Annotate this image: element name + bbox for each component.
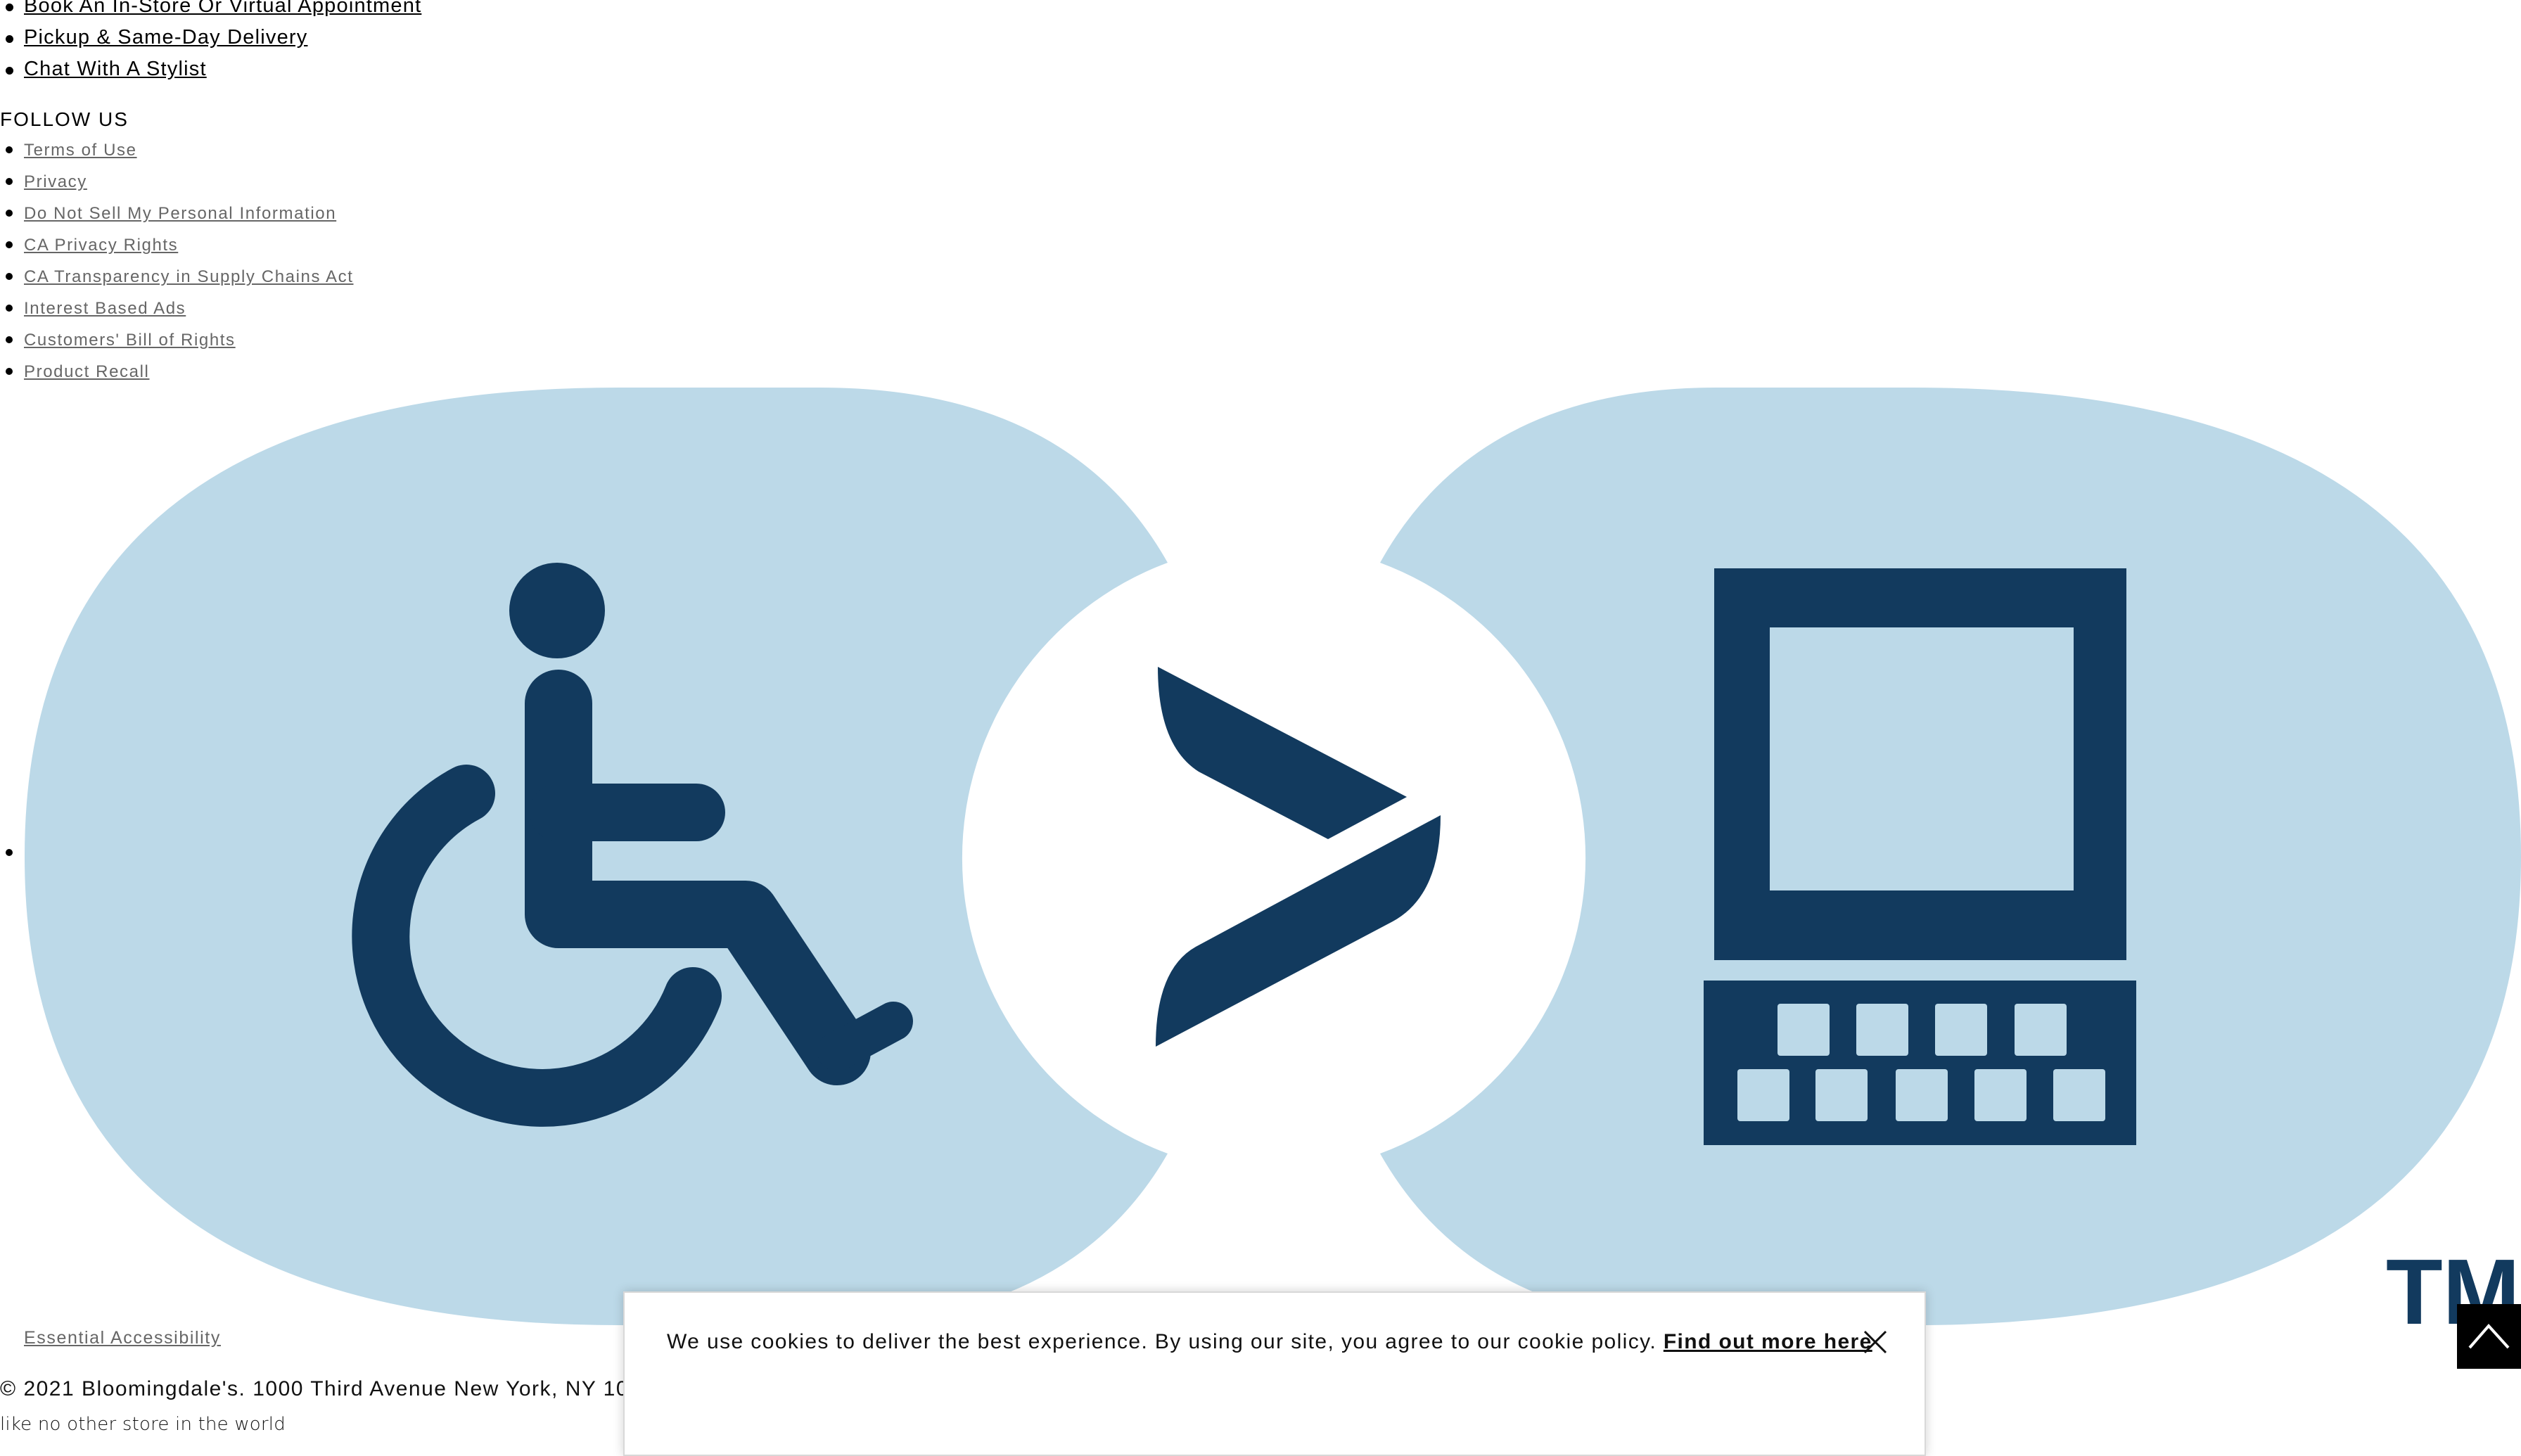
chat-stylist-link[interactable]: Chat With A Stylist	[24, 53, 207, 85]
tagline-text: like no other store in the world	[0, 1414, 286, 1435]
bullet	[6, 146, 13, 153]
arrow-icon	[1156, 667, 1441, 1047]
follow-us-heading: FOLLOW US	[0, 108, 129, 130]
bullet	[6, 210, 13, 217]
bullet	[6, 368, 13, 375]
cookie-policy-link[interactable]: Find out more here	[1664, 1330, 1872, 1353]
cookie-banner: We use cookies to deliver the best exper…	[623, 1291, 1926, 1456]
privacy-link[interactable]: Privacy	[24, 168, 87, 196]
cookie-message-text: We use cookies to deliver the best exper…	[667, 1330, 1657, 1353]
interest-based-ads-link[interactable]: Interest Based Ads	[24, 295, 186, 323]
essential-accessibility-link[interactable]: Essential Accessibility	[24, 1328, 221, 1348]
book-appointment-link[interactable]: Book An In-Store Or Virtual Appointment	[24, 0, 421, 22]
bullet	[6, 305, 13, 312]
bullet	[6, 336, 13, 343]
accessibility-badge-graphic: TM	[25, 388, 2521, 1343]
close-icon[interactable]	[1863, 1329, 1888, 1355]
close-icon-glyph	[1863, 1330, 1887, 1354]
wheelchair-icon	[352, 563, 913, 1127]
product-recall-link[interactable]: Product Recall	[24, 358, 149, 386]
chevron-up-icon	[2468, 1323, 2510, 1349]
ca-transparency-link[interactable]: CA Transparency in Supply Chains Act	[24, 263, 353, 291]
badge-background-left	[25, 388, 1168, 1325]
do-not-sell-link[interactable]: Do Not Sell My Personal Information	[24, 200, 336, 228]
bullet	[6, 241, 13, 248]
bullet	[6, 849, 13, 856]
bullet	[6, 178, 13, 185]
bullet	[6, 35, 13, 43]
pickup-delivery-link[interactable]: Pickup & Same-Day Delivery	[24, 22, 308, 53]
bullet	[6, 4, 13, 11]
computer-icon	[1704, 568, 2136, 1145]
terms-of-use-link[interactable]: Terms of Use	[24, 136, 137, 165]
bullet	[6, 67, 13, 75]
scroll-to-top-button[interactable]	[2457, 1304, 2521, 1369]
cookie-message: We use cookies to deliver the best exper…	[667, 1328, 1872, 1356]
bullet	[6, 273, 13, 280]
ca-privacy-rights-link[interactable]: CA Privacy Rights	[24, 231, 178, 260]
badge-background-right	[1380, 388, 2521, 1325]
customers-bill-of-rights-link[interactable]: Customers' Bill of Rights	[24, 326, 236, 355]
copyright-text: © 2021 Bloomingdale's. 1000 Third Avenue…	[0, 1377, 668, 1400]
accessibility-badge[interactable]: TM	[0, 0, 2521, 1439]
